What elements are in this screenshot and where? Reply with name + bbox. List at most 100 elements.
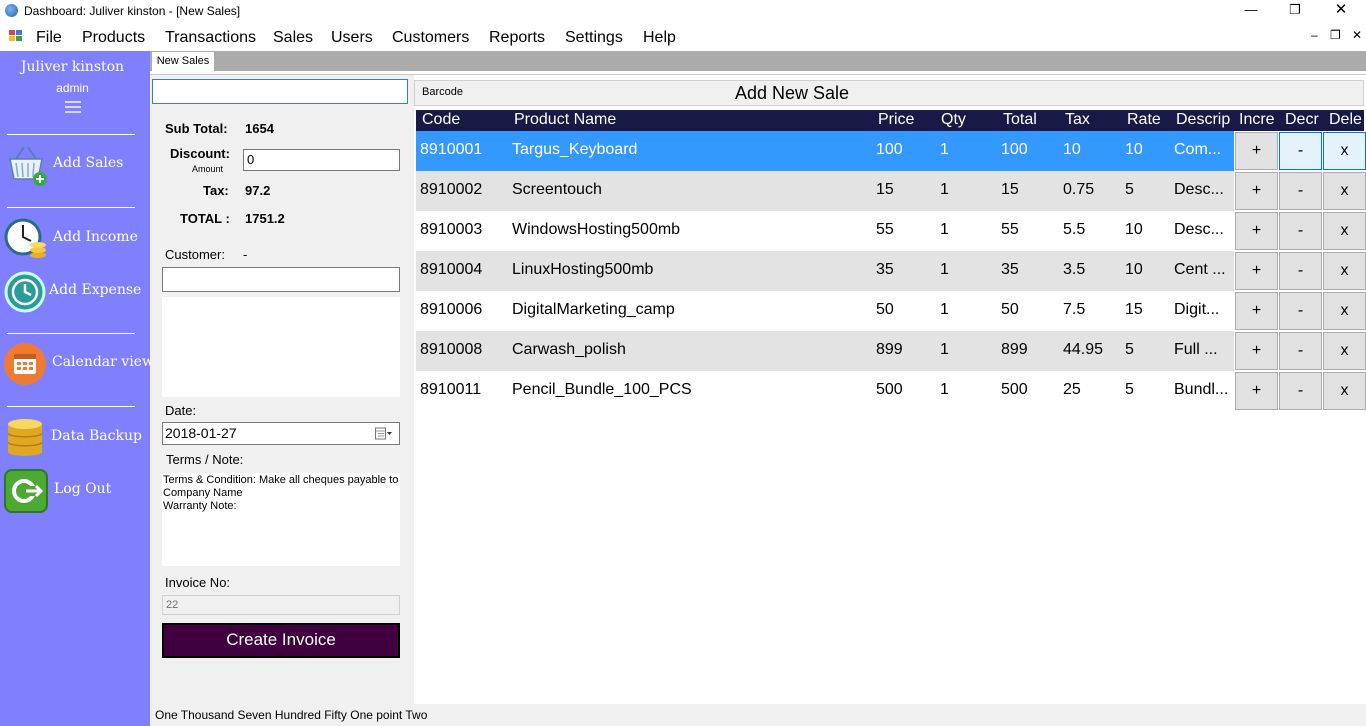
increase-qty-button[interactable]: + [1235,252,1278,290]
column-header-tax[interactable]: Tax [1065,111,1115,129]
hamburger-menu-icon[interactable] [65,101,81,113]
table-row[interactable]: 8910011 Pencil_Bundle_100_PCS 500 1 500 25 5 Bu… [416,371,1234,411]
column-header-description[interactable]: Descrip [1176,111,1233,129]
terms-label: Terms / Note: [166,452,244,467]
column-header-total[interactable]: Total [1003,111,1053,129]
invoice-number-field: 22 [162,595,400,615]
menu-transactions[interactable]: Transactions [165,29,256,47]
discount-label: Discount: [170,146,230,161]
column-header-qty[interactable]: Qty [941,111,981,129]
increase-qty-button[interactable]: + [1235,332,1278,370]
customer-search-input[interactable] [162,267,400,292]
column-header-rate[interactable]: Rate [1127,111,1175,129]
restore-button[interactable]: ❐ [1272,0,1318,22]
decrease-qty-button[interactable]: - [1279,172,1322,210]
cell-code: 8910001 [420,141,483,158]
menu-products[interactable]: Products [82,29,145,47]
column-header-decrease[interactable]: Decr [1285,111,1329,129]
subtotal-label: Sub Total: [165,121,228,136]
increase-qty-button[interactable]: + [1235,292,1278,330]
total-value: 1751.2 [245,211,285,226]
delete-row-button[interactable]: x [1323,132,1366,170]
column-header-delete[interactable]: Dele [1329,111,1364,129]
menu-customers[interactable]: Customers [392,29,469,47]
increase-qty-button[interactable]: + [1235,372,1278,410]
barcode-label: Barcode [422,86,463,98]
menu-help[interactable]: Help [643,29,676,47]
column-header-code[interactable]: Code [422,111,502,129]
menu-settings[interactable]: Settings [565,29,623,47]
total-label: TOTAL : [180,211,230,226]
delete-row-button[interactable]: x [1323,332,1366,370]
logout-icon [4,469,48,513]
barcode-input[interactable] [152,79,408,104]
customer-list[interactable] [162,297,400,397]
decrease-qty-button[interactable]: - [1279,252,1322,290]
column-header-increase[interactable]: Incre [1239,111,1283,129]
table-row[interactable]: 8910006 DigitalMarketing_camp 50 1 50 7.5 15 Di… [416,291,1234,331]
sidebar-divider [7,134,135,135]
column-header-price[interactable]: Price [878,111,928,129]
mdi-minimize-button[interactable]: – [1311,28,1318,42]
increase-qty-button[interactable]: + [1235,132,1278,170]
date-picker[interactable]: 2018-01-27 [162,422,400,445]
table-row[interactable]: 8910002 Screentouch 15 1 15 0.75 5 Desc... [416,171,1234,211]
table-row[interactable]: 8910004 LinuxHosting500mb 35 1 35 3.5 10 Cent .… [416,251,1234,291]
cell-product-name: LinuxHosting500mb [512,261,654,278]
window-title: Dashboard: Juliver kinston - [New Sales] [24,4,241,18]
sidebar-item-label: Add Sales [53,155,124,171]
delete-row-button[interactable]: x [1323,252,1366,290]
mdi-child-icon[interactable] [9,30,22,42]
decrease-qty-button[interactable]: - [1279,332,1322,370]
menu-sales[interactable]: Sales [273,29,313,47]
cell-code: 8910002 [420,181,483,198]
table-row[interactable]: 8910001 Targus_Keyboard 100 1 100 10 10 Com... [416,131,1234,171]
decrease-qty-button[interactable]: - [1279,132,1322,170]
cell-description: Bundl... [1174,381,1229,398]
sidebar-divider [7,406,135,407]
delete-row-button[interactable]: x [1323,372,1366,410]
decrease-qty-button[interactable]: - [1279,292,1322,330]
cell-price: 899 [876,341,903,358]
cell-code: 8910003 [420,221,483,238]
menu-users[interactable]: Users [331,29,373,47]
cell-tax: 5.5 [1063,221,1086,238]
mdi-restore-button[interactable]: ❐ [1330,28,1341,42]
menu-reports[interactable]: Reports [489,29,545,47]
delete-row-button[interactable]: x [1323,212,1366,250]
delete-row-button[interactable]: x [1323,292,1366,330]
cell-qty: 1 [940,261,949,278]
sidebar-item-calendar-view[interactable]: Calendar view [0,340,154,388]
table-row[interactable]: 8910008 Carwash_polish 899 1 899 44.95 5 Full .… [416,331,1234,371]
create-invoice-button[interactable]: Create Invoice [162,623,400,658]
cell-qty: 1 [940,301,949,318]
column-header-product-name[interactable]: Product Name [514,111,674,129]
cell-qty: 1 [940,181,949,198]
delete-row-button[interactable]: x [1323,172,1366,210]
menu-file[interactable]: File [36,29,62,47]
cell-price: 100 [876,141,903,158]
terms-note-textarea[interactable]: Terms & Condition: Make all cheques paya… [162,473,400,566]
sidebar-item-data-backup[interactable]: Data Backup [0,414,150,462]
mdi-close-button[interactable]: ✕ [1352,28,1362,42]
calendar-dropdown-icon[interactable] [375,427,393,440]
close-button[interactable]: ✕ [1318,0,1364,22]
decrease-qty-button[interactable]: - [1279,372,1322,410]
cell-qty: 1 [940,381,949,398]
sidebar-item-add-sales[interactable]: Add Sales [0,141,150,189]
decrease-qty-button[interactable]: - [1279,212,1322,250]
cell-tax: 0.75 [1063,181,1095,198]
minimize-button[interactable]: — [1228,0,1274,22]
increase-qty-button[interactable]: + [1235,172,1278,210]
cell-code: 8910008 [420,341,483,358]
increase-qty-button[interactable]: + [1235,212,1278,250]
tab-new-sales[interactable]: New Sales [152,52,214,71]
sidebar-item-add-expense[interactable]: Add Expense [0,268,150,316]
cell-qty: 1 [940,341,949,358]
table-row[interactable]: 8910003 WindowsHosting500mb 55 1 55 5.5 10 Desc… [416,211,1234,251]
cell-code: 8910011 [420,381,482,398]
discount-input[interactable]: 0 [243,149,400,171]
sidebar-item-log-out[interactable]: Log Out [0,467,150,515]
customer-value: - [243,247,248,262]
sidebar-item-add-income[interactable]: Add Income [0,215,150,263]
